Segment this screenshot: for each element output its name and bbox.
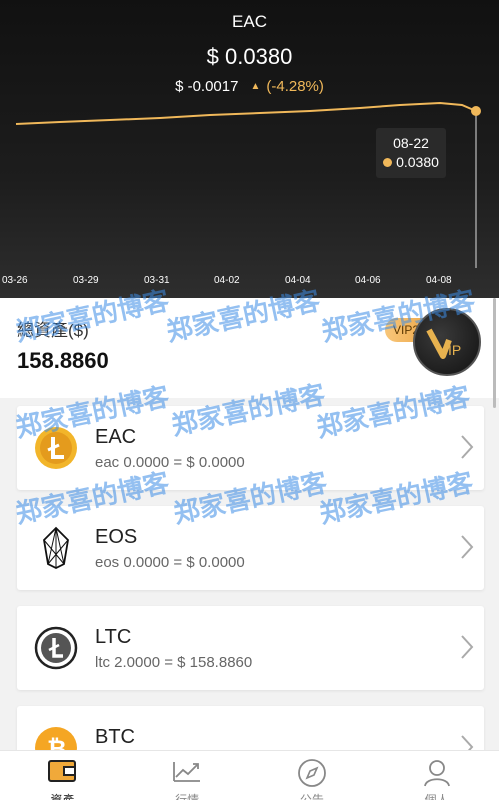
- eac-coin-icon: [34, 426, 78, 470]
- page: EAC $ 0.0380 $ -0.0017 ▲ (-4.28%) 08-22 0.…: [0, 0, 499, 800]
- nav-label: 資產: [50, 793, 75, 800]
- current-price: $ 0.0380: [206, 44, 293, 69]
- series-dot-icon: [383, 158, 393, 167]
- chart-tooltip: 08-22 0.0380: [376, 128, 446, 178]
- eos-coin-icon: [34, 526, 78, 570]
- tooltip-value-row: 0.0380: [376, 154, 446, 170]
- nav-tab-market[interactable]: 行情: [125, 751, 250, 800]
- x-tick: 03-29: [73, 275, 99, 286]
- nav-label: 個人: [424, 793, 449, 800]
- coin-name: EAC: [95, 426, 137, 448]
- coin-name: BTC: [95, 726, 135, 748]
- coin-balance: eos 0.0000 = $ 0.0000: [95, 554, 245, 571]
- x-tick: 04-02: [214, 275, 240, 286]
- ltc-coin-icon: [34, 626, 78, 670]
- change-percent: (-4.28%): [266, 78, 324, 95]
- chevron-right-icon: [461, 635, 474, 659]
- up-triangle-icon: ▲: [250, 81, 261, 92]
- vip-badge-icon[interactable]: IP: [413, 308, 481, 376]
- x-tick: 03-31: [144, 275, 170, 286]
- wallet-icon: [48, 760, 77, 782]
- price-change: $ -0.0017 ▲ (-4.28%): [0, 78, 499, 95]
- nav-tab-assets[interactable]: 資產: [0, 751, 125, 800]
- chevron-right-icon: [461, 535, 474, 559]
- change-absolute: $ -0.0017: [175, 78, 239, 95]
- chart-icon: [173, 762, 201, 782]
- nav-label: 公告: [299, 793, 324, 800]
- user-icon: [423, 760, 450, 787]
- coin-name: EOS: [95, 526, 138, 548]
- total-assets-label: 總資產($): [17, 321, 89, 340]
- price-point-marker: [471, 106, 481, 116]
- x-tick: 04-04: [285, 275, 311, 286]
- coin-card-ltc[interactable]: LTC ltc 2.0000 = $ 158.8860: [17, 606, 484, 690]
- coin-card-eac[interactable]: EAC eac 0.0000 = $ 0.0000: [17, 406, 484, 490]
- coin-balance: eac 0.0000 = $ 0.0000: [95, 454, 245, 471]
- total-assets-value: 158.8860: [17, 348, 109, 373]
- coin-card-eos[interactable]: EOS eos 0.0000 = $ 0.0000: [17, 506, 484, 590]
- asset-summary: 總資產($) 158.8860 VIP2 IP: [0, 298, 499, 398]
- chevron-right-icon: [461, 435, 474, 459]
- scrollbar[interactable]: [493, 298, 496, 408]
- bottom-nav: 資產 行情 公告 個人: [0, 750, 499, 800]
- nav-tab-profile[interactable]: 個人: [374, 751, 499, 800]
- coin-title: EAC: [232, 12, 267, 31]
- tooltip-date: 08-22: [393, 135, 429, 151]
- coin-balance: ltc 2.0000 = $ 158.8860: [95, 654, 253, 671]
- x-tick: 04-08: [426, 275, 452, 286]
- price-line: [15, 101, 477, 125]
- nav-tab-announcements[interactable]: 公告: [250, 751, 375, 800]
- coin-name: LTC: [95, 626, 132, 648]
- compass-icon: [297, 759, 326, 787]
- price-chart-panel: EAC $ 0.0380 $ -0.0017 ▲ (-4.28%) 08-22 0.…: [0, 0, 499, 298]
- nav-label: 行情: [175, 793, 200, 800]
- vip-badge-text: IP: [448, 342, 461, 358]
- tooltip-value: 0.0380: [396, 154, 439, 170]
- x-tick: 04-06: [355, 275, 381, 286]
- x-tick: 03-26: [2, 275, 28, 286]
